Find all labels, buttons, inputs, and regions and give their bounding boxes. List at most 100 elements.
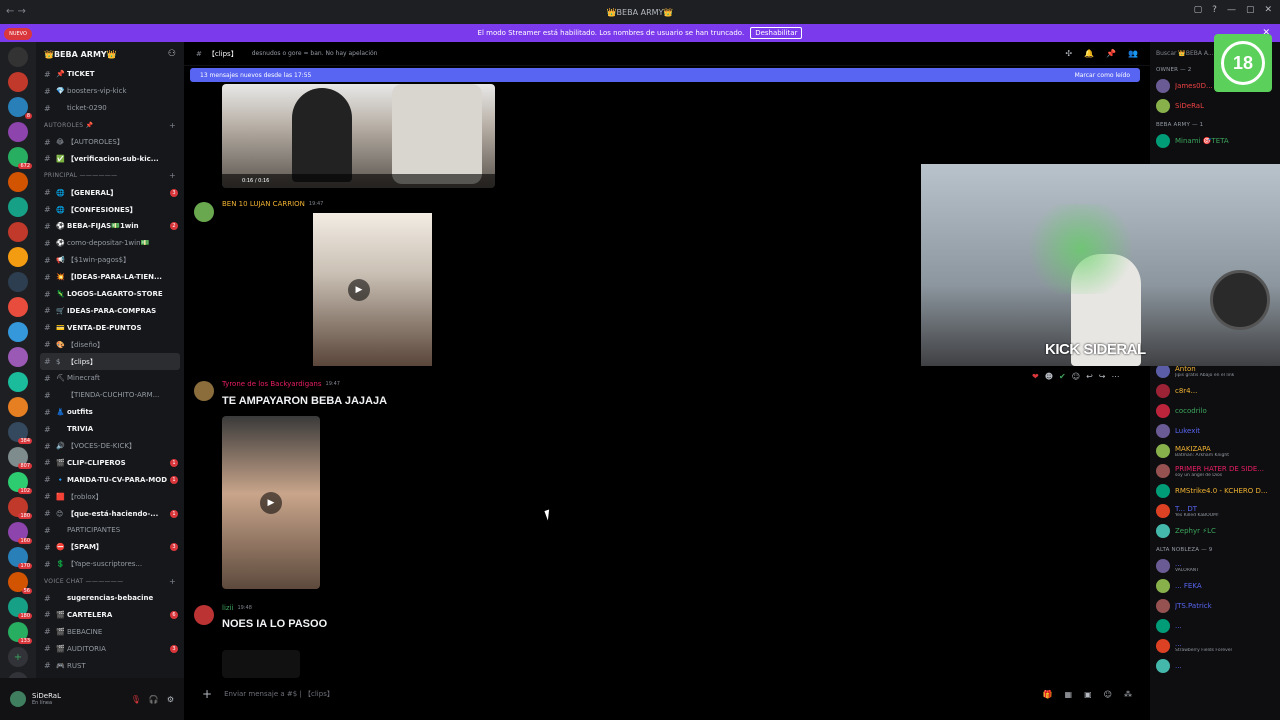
channel-item[interactable]: # 👗 outfits: [36, 404, 184, 421]
channel-item[interactable]: # ⚽ BEBA-FIJAS💵1win 2: [36, 218, 184, 235]
author-name[interactable]: BEN 10 LUJAN CARRION: [222, 200, 305, 208]
server-icon[interactable]: 384: [8, 422, 32, 444]
forward-icon[interactable]: ↪: [1099, 372, 1106, 381]
channel-item[interactable]: # ⚽ como-depositar-1win💵: [36, 235, 184, 252]
channel-category[interactable]: PRINCIPAL —————— +: [36, 167, 184, 184]
member-item[interactable]: ...: [1150, 616, 1280, 636]
add-channel-icon[interactable]: +: [169, 121, 176, 130]
server-icon[interactable]: [8, 247, 28, 267]
channel-item[interactable]: # 💎 boosters-vip-kick: [36, 83, 184, 100]
channel-item[interactable]: # 🌐 【CONFESIONES】: [36, 201, 184, 218]
channel-item[interactable]: # 😊 【que-está-haciendo-... 1: [36, 505, 184, 522]
add-channel-icon[interactable]: +: [169, 577, 176, 586]
channel-item[interactable]: # 🔊 【VOCES-DE-KICK】: [36, 438, 184, 455]
reaction-heart-icon[interactable]: ❤: [1032, 372, 1039, 381]
member-item[interactable]: ...: [1150, 656, 1280, 676]
play-icon[interactable]: ▶: [348, 279, 370, 301]
channel-item[interactable]: # PARTICIPANTES: [36, 522, 184, 539]
server-icon[interactable]: 170: [8, 547, 32, 569]
video-attachment[interactable]: [222, 650, 300, 678]
channel-item[interactable]: # 🦎 LOGOS-LAGARTO-STORE: [36, 286, 184, 303]
gif-icon[interactable]: ▦: [1065, 690, 1073, 699]
server-icon[interactable]: 102: [8, 472, 32, 494]
server-icon[interactable]: [8, 47, 28, 67]
close-button[interactable]: ✕: [1264, 5, 1272, 15]
channel-item[interactable]: # 🛒 IDEAS-PARA-COMPRAS: [36, 302, 184, 319]
channel-item[interactable]: # ticket-0290: [36, 100, 184, 117]
channel-category[interactable]: VOICE CHAT —————— +: [36, 573, 184, 590]
more-options-icon[interactable]: ⋯: [1112, 372, 1120, 381]
disable-streamer-button[interactable]: Deshabilitar: [750, 27, 803, 39]
message-input[interactable]: Enviar mensaje a #$ | 【clips】: [224, 689, 334, 699]
channel-item[interactable]: # 🎬 BEBACINE: [36, 623, 184, 640]
deafen-icon[interactable]: 🎧: [149, 695, 159, 704]
author-name[interactable]: lizii: [222, 604, 233, 612]
member-item[interactable]: SiDeRaL: [1150, 96, 1280, 116]
server-icon[interactable]: [8, 372, 28, 392]
emoji-icon[interactable]: ☺: [1104, 690, 1112, 699]
server-icon[interactable]: [8, 122, 28, 142]
member-item[interactable]: RMStrike4.0 - KCHERO D...: [1150, 481, 1280, 501]
server-icon[interactable]: [8, 322, 28, 342]
add-channel-icon[interactable]: +: [169, 171, 176, 180]
add-server-icon[interactable]: +: [8, 647, 28, 667]
channel-item[interactable]: # 🎨 【diseño】: [36, 336, 184, 353]
member-item[interactable]: c8r4...: [1150, 381, 1280, 401]
channel-item[interactable]: # 💳 VENTA-DE-PUNTOS: [36, 319, 184, 336]
channel-item[interactable]: # sugerencias-bebacine: [36, 590, 184, 607]
channel-item[interactable]: # 🎬 AUDITORIA 3: [36, 640, 184, 657]
server-icon[interactable]: 672: [8, 147, 32, 169]
author-name[interactable]: Tyrone de los Backyardigans: [222, 380, 322, 388]
server-icon[interactable]: 56: [8, 572, 32, 594]
reaction-emoji-icon[interactable]: ☻: [1045, 372, 1053, 381]
attach-plus-icon[interactable]: +: [202, 687, 212, 701]
channel-item[interactable]: # 【TIENDA-CUCHITO-ARM...: [36, 387, 184, 404]
server-icon[interactable]: [8, 197, 28, 217]
server-icon[interactable]: [8, 347, 28, 367]
server-icon[interactable]: [8, 172, 28, 192]
reaction-check-icon[interactable]: ✔: [1059, 372, 1066, 381]
avatar[interactable]: [194, 381, 214, 401]
member-item[interactable]: ... Strawberry Fields Forever: [1150, 636, 1280, 656]
channel-category[interactable]: AUTOROLES 📌 +: [36, 117, 184, 134]
member-item[interactable]: PRIMER HATER DE SIDE... soy un angel de D…: [1150, 461, 1280, 481]
nav-arrows[interactable]: ← →: [6, 6, 26, 17]
member-item[interactable]: MAKIZAPA Batman: Arkham Knight: [1150, 441, 1280, 461]
help-icon[interactable]: ?: [1212, 5, 1217, 15]
add-reaction-icon[interactable]: ☺: [1072, 372, 1080, 381]
message-composer[interactable]: + Enviar mensaje a #$ | 【clips】 🎁 ▦ ▣ ☺ …: [192, 682, 1142, 706]
member-item[interactable]: T... DT Yes Killed KaBOOM!: [1150, 501, 1280, 521]
server-icon[interactable]: [8, 272, 28, 292]
threads-icon[interactable]: ✣: [1065, 49, 1072, 58]
video-attachment[interactable]: ▶: [222, 416, 320, 589]
channel-item[interactable]: # ⛔ 【SPAM】 3: [36, 539, 184, 556]
member-item[interactable]: Lukexit: [1150, 421, 1280, 441]
member-item[interactable]: Minami 🎯TETA: [1150, 131, 1280, 151]
server-icon[interactable]: 160: [8, 522, 32, 544]
channel-item[interactable]: # 🔹 MANDA-TU-CV-PARA-MOD 1: [36, 471, 184, 488]
channel-item[interactable]: # 🎬 CARTELERA 6: [36, 607, 184, 624]
channel-item[interactable]: # ✅ 【verificacion-sub-kic...: [36, 150, 184, 167]
settings-gear-icon[interactable]: ⚙: [167, 695, 174, 704]
channel-item[interactable]: # ⛏ Minecraft: [36, 370, 184, 387]
server-header[interactable]: 👑BEBA ARMY👑 ⚇: [36, 42, 184, 66]
video-attachment[interactable]: ▶: [222, 213, 495, 366]
pin-icon[interactable]: 📌: [1106, 49, 1116, 58]
server-icon[interactable]: [8, 297, 28, 317]
video-attachment[interactable]: 0:16 / 0:16: [222, 84, 495, 188]
channel-item[interactable]: # 😂 【AUTOROLES】: [36, 134, 184, 151]
inbox-icon[interactable]: ▢: [1194, 5, 1203, 15]
server-icon[interactable]: 180: [8, 497, 32, 519]
member-item[interactable]: ... FEKA: [1150, 576, 1280, 596]
bell-icon[interactable]: 🔔: [1084, 49, 1094, 58]
avatar[interactable]: [10, 691, 26, 707]
member-item[interactable]: JTS.Patrick: [1150, 596, 1280, 616]
channel-item[interactable]: # 🌐 【GENERAL】 3: [36, 184, 184, 201]
new-messages-bar[interactable]: 13 mensajes nuevos desde las 17:55 Marca…: [190, 68, 1140, 82]
server-icon[interactable]: 807: [8, 447, 32, 469]
apps-icon[interactable]: ⁂: [1124, 690, 1132, 699]
gift-icon[interactable]: 🎁: [1043, 690, 1053, 699]
invite-people-icon[interactable]: ⚇: [168, 49, 176, 59]
video-progress-bar[interactable]: 0:16 / 0:16: [222, 174, 495, 188]
channel-item[interactable]: # 🟥 【roblox】: [36, 488, 184, 505]
